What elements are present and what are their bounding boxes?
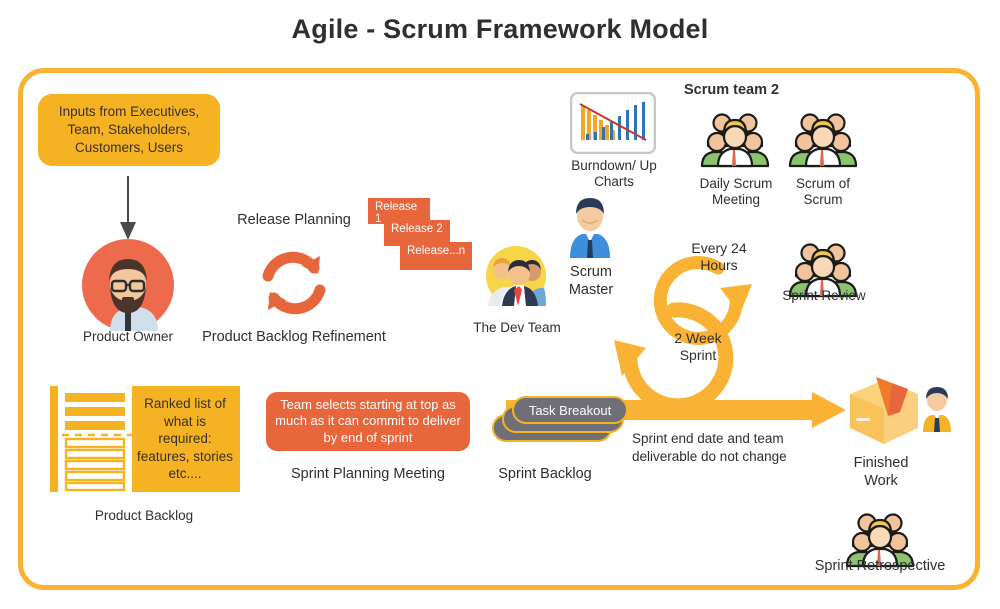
two-week-sprint-label: 2 Week Sprint <box>674 330 722 363</box>
sprint-backlog-label: Sprint Backlog <box>498 466 592 482</box>
product-backlog-graphic: Ranked list of what is required: feature… <box>36 386 240 492</box>
person-icon <box>920 386 954 432</box>
task-breakout-label: Task Breakout <box>528 403 612 418</box>
release-cards-group: Release 1 Release 2 Release...n <box>368 198 472 276</box>
people-group-icon <box>788 106 858 168</box>
inputs-box: Inputs from Executives, Team, Stakeholde… <box>38 94 220 166</box>
package-box-icon <box>846 372 922 448</box>
scrum-of-scrum-label: Scrum of Scrum <box>795 176 850 208</box>
every-24-hours-label: Every 24 Hours <box>691 240 747 273</box>
sprint-backlog-stack: Task Breakout <box>492 394 632 446</box>
product-owner-avatar-icon <box>82 239 174 331</box>
circular-arrows-icon <box>252 240 336 324</box>
product-backlog-label: Product Backlog <box>94 508 194 523</box>
burndown-chart-icon <box>569 91 657 155</box>
people-group-icon <box>700 106 770 168</box>
sprint-retrospective-label: Sprint Retrospective <box>814 558 946 574</box>
release-planning-label: Release Planning <box>237 212 351 228</box>
release-card: Release...n <box>400 242 472 270</box>
daily-scrum-meeting-label: Daily Scrum Meeting <box>699 176 773 208</box>
product-owner-label: Product Owner <box>82 329 174 344</box>
sprint-planning-meeting-label: Sprint Planning Meeting <box>291 466 445 482</box>
people-group-icon <box>845 506 915 568</box>
burndown-charts-label: Burndown/ Up Charts <box>571 158 657 190</box>
sprint-review-label: Sprint Review <box>782 288 866 303</box>
dev-team-avatar-icon <box>486 246 546 306</box>
scrum-team-2-heading: Scrum team 2 <box>684 82 780 98</box>
down-arrow-icon <box>108 176 148 242</box>
dev-team-label: The Dev Team <box>473 320 561 335</box>
finished-work-label: Finished Work <box>853 455 909 489</box>
sprint-end-date-note: Sprint end date and team deliverable do … <box>632 431 787 464</box>
sprint-planning-box: Team selects starting at top as much as … <box>266 392 470 451</box>
product-backlog-refinement-label: Product Backlog Refinement <box>202 329 386 345</box>
page-title: Agile - Scrum Framework Model <box>291 14 709 44</box>
diagram-canvas: Agile - Scrum Framework Model Inputs fro… <box>0 0 1000 609</box>
product-backlog-description: Ranked list of what is required: feature… <box>136 396 234 482</box>
scrum-master-person-icon <box>566 196 614 258</box>
